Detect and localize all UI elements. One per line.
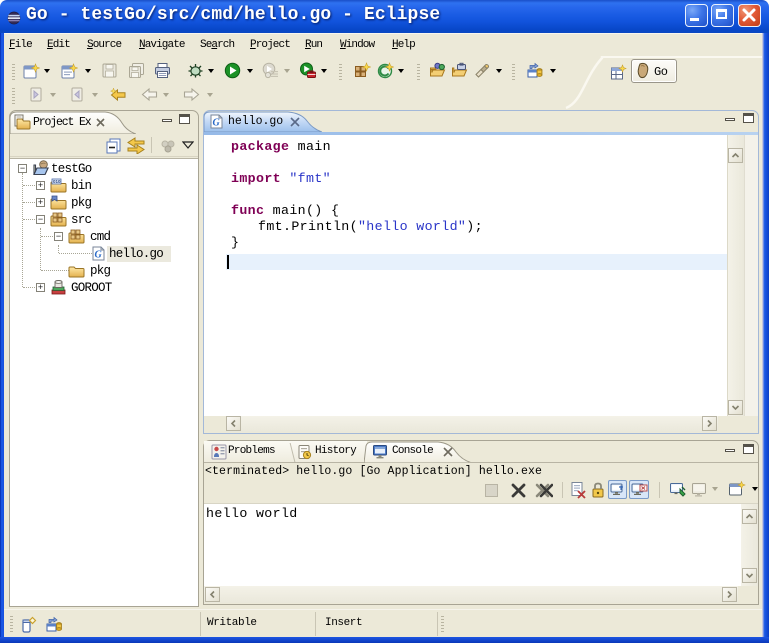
svg-text:G: G bbox=[213, 118, 221, 129]
svg-text:G: G bbox=[95, 250, 103, 261]
svg-text:010: 010 bbox=[53, 179, 61, 184]
